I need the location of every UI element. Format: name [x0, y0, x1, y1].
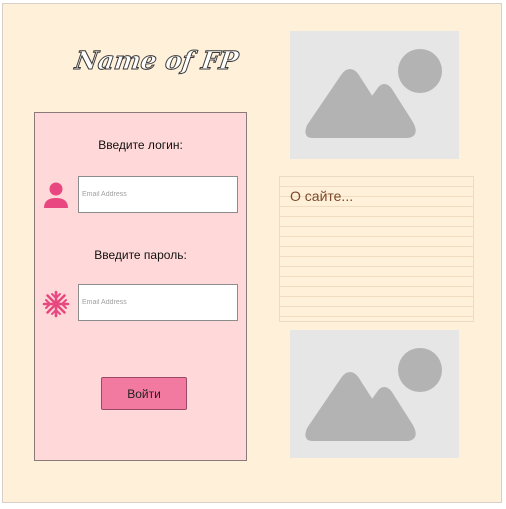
password-input[interactable] [78, 284, 238, 321]
image-icon [305, 49, 442, 138]
image-placeholder-top [290, 31, 459, 159]
login-panel: Введите логин: Введите пароль: Войти [34, 112, 247, 461]
page-frame: Name of FP Введите логин: Введите пароль… [2, 3, 502, 503]
about-title: О сайте... [290, 188, 354, 204]
asterisk-icon [42, 290, 70, 318]
image-placeholder-bottom [290, 330, 459, 458]
login-button[interactable]: Войти [101, 377, 187, 410]
password-label: Введите пароль: [94, 248, 187, 262]
about-section: О сайте... [279, 176, 474, 322]
login-label: Введите логин: [98, 138, 183, 152]
login-input[interactable] [78, 176, 238, 213]
image-icon [305, 348, 442, 441]
site-logo[interactable]: Name of FP [73, 46, 241, 80]
user-icon [44, 182, 68, 208]
